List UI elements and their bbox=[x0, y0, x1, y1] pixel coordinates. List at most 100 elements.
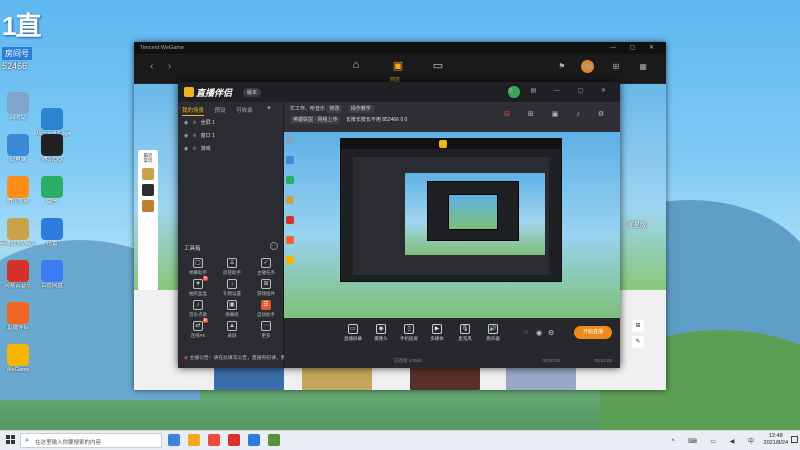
start-live-button[interactable]: 开始直播 bbox=[574, 326, 612, 339]
taskbar-search-input[interactable]: ⌕ 在这里输入你要搜索的内容 bbox=[20, 433, 162, 448]
home-icon[interactable]: ⌂ bbox=[348, 59, 364, 75]
windows-start-icon[interactable] bbox=[6, 435, 16, 445]
tab-collect[interactable]: 可收录 bbox=[236, 108, 253, 114]
tool-item[interactable]: ⊞ 游戏插件 bbox=[250, 279, 282, 297]
preview-desktop-icon bbox=[286, 136, 294, 144]
lock-icon[interactable]: ⊕ bbox=[192, 146, 196, 152]
system-tray[interactable]: ^ ⌨ ▭ ◀ 中 bbox=[672, 436, 760, 445]
tool-icon: ⋯ bbox=[261, 321, 271, 331]
preview-desktop-icon bbox=[286, 256, 294, 264]
toolbar-right-icons[interactable]: ⚑ ✉ ⊞ ▦ bbox=[558, 62, 656, 71]
wegame-game-sidebar[interactable]: 最近 常玩 bbox=[138, 150, 158, 290]
taskbar-app-icon[interactable] bbox=[208, 434, 220, 446]
tool-item[interactable]: ♙ 房管助手 bbox=[216, 258, 248, 276]
taskbar: ⌕ 在这里输入你要搜索的内容 ^ ⌨ ▭ ◀ 中 12:48 2021/8/24 bbox=[0, 430, 800, 450]
eye-icon[interactable]: ◉ bbox=[184, 146, 188, 152]
scene-item[interactable]: ◉ ⊕ 游戏 bbox=[178, 142, 283, 155]
tool-item[interactable]: ▲ 录屏 bbox=[216, 321, 248, 339]
more-icon[interactable]: ⋯ bbox=[270, 242, 278, 250]
desktop-icon[interactable]: 腾讯视频 bbox=[0, 176, 36, 205]
control-button[interactable]: 🎙 麦克风 bbox=[452, 324, 478, 342]
settings-icon[interactable]: ◉ bbox=[536, 329, 542, 337]
preview-desktop-icon bbox=[286, 236, 294, 244]
notification-icon[interactable] bbox=[791, 436, 798, 443]
tool-icon: ▣ bbox=[227, 300, 237, 310]
feedback-icon[interactable]: ✎ bbox=[632, 336, 644, 348]
tool-item[interactable]: ♥ 抽奖盒盒 热 bbox=[182, 276, 214, 297]
taskbar-app-icon[interactable] bbox=[188, 434, 200, 446]
control-button[interactable]: ▯ 手机投屏 bbox=[396, 324, 422, 342]
game-icon[interactable] bbox=[142, 199, 154, 212]
wegame-titlebar[interactable]: Tencent WeGame — ▢ ✕ bbox=[134, 42, 666, 54]
clock[interactable]: 12:48 2021/8/24 bbox=[764, 433, 788, 446]
version-pill[interactable]: 版本 bbox=[243, 88, 262, 97]
connection-status: 已连接 4.0M/s bbox=[394, 358, 423, 363]
desktop-icon-label: 直播伴侣 bbox=[6, 325, 29, 331]
status-bar: 已连接 4.0M/s 00:00:00 00:01:03 bbox=[284, 354, 620, 368]
tool-item[interactable]: ▢ 弹幕助手 bbox=[182, 258, 214, 276]
desktop-icon[interactable]: 回收站 bbox=[0, 92, 36, 121]
scene-item[interactable]: ◉ ⊕ 窗口 1 bbox=[178, 129, 283, 142]
taskbar-app-icon[interactable] bbox=[168, 434, 180, 446]
live-preview[interactable] bbox=[284, 132, 620, 318]
control-button[interactable]: ▶ 多媒体 bbox=[424, 324, 450, 342]
desktop-icon[interactable]: 微信 bbox=[34, 176, 70, 205]
game-icon[interactable] bbox=[142, 167, 154, 180]
tool-item[interactable]: ☰ 自动助手 bbox=[250, 300, 282, 318]
desktop-icon[interactable]: Microsoft Edge bbox=[34, 108, 70, 137]
stream-title[interactable]: 忙工作、听音乐 bbox=[290, 106, 325, 112]
game-icon[interactable] bbox=[142, 183, 154, 196]
control-button[interactable]: ◉ 摄像头 bbox=[368, 324, 394, 342]
tool-item[interactable]: ♪ 音乐点歌 bbox=[182, 300, 214, 318]
stream-app-window[interactable]: 直播伴侣 版本 ⚙ ▤ — ▢ ✕ 我的场景 预设 可收录 + ◉ ⊕ 全屏 1 ◉… bbox=[178, 82, 620, 368]
desktop-icon[interactable]: 英雄联盟WeGame版 bbox=[0, 218, 36, 247]
lock-icon[interactable]: ⊕ bbox=[192, 133, 196, 139]
edit-tag[interactable]: 修改 bbox=[326, 105, 343, 113]
control-icon: ◉ bbox=[376, 324, 386, 334]
tutorial-tag[interactable]: 操作教学 bbox=[347, 105, 374, 113]
taskbar-app-icon[interactable] bbox=[228, 434, 240, 446]
window-controls[interactable]: — ▢ ✕ bbox=[610, 44, 660, 51]
tab-presets[interactable]: 预设 bbox=[215, 108, 226, 114]
tool-item[interactable]: ▣ 弹幕姬 bbox=[216, 300, 248, 318]
settings-icon[interactable]: ⚙ bbox=[548, 329, 554, 337]
tab-my-scenes[interactable]: 我的场景 bbox=[182, 108, 205, 116]
back-icon[interactable]: ‹ bbox=[150, 61, 153, 72]
tool-item[interactable]: ⋯ 更多 bbox=[250, 321, 282, 339]
tool-item[interactable]: ↓ 礼物设置 bbox=[216, 279, 248, 297]
category-tag[interactable]: 英雄联盟 · 网络上传 bbox=[290, 116, 341, 124]
eye-icon[interactable]: ◉ bbox=[184, 120, 188, 126]
lock-icon[interactable]: ⊕ bbox=[192, 120, 196, 126]
library-icon[interactable]: ▭ bbox=[430, 59, 446, 75]
stream-titlebar[interactable]: 直播伴侣 版本 ⚙ ▤ — ▢ ✕ bbox=[178, 82, 620, 102]
nested-preview-window bbox=[340, 138, 562, 282]
room-number-badge: 1直 房间号 52466 bbox=[2, 6, 62, 71]
forward-icon[interactable]: › bbox=[168, 61, 171, 72]
cart-icon[interactable]: ⊞ bbox=[632, 320, 644, 332]
desktop-icon[interactable]: 百度网盘 bbox=[34, 260, 70, 289]
control-button[interactable]: ▭ 直播屏幕 bbox=[340, 324, 366, 342]
desktop-icon[interactable]: WeGame bbox=[0, 344, 36, 373]
control-button[interactable]: 🔊 扬声器 bbox=[480, 324, 506, 342]
desktop-icon-label: 腾讯视频 bbox=[6, 199, 29, 205]
taskbar-app-icon[interactable] bbox=[248, 434, 260, 446]
info-right-icons[interactable]: ⊟ ⊞ ▣ ♪ ⚙ bbox=[504, 110, 612, 118]
desktop-icon[interactable]: 此电脑 bbox=[0, 134, 36, 163]
scene-item[interactable]: ◉ ⊕ 全屏 1 bbox=[178, 116, 283, 129]
window-controls[interactable]: ⚙ ▤ — ▢ ✕ bbox=[508, 87, 614, 94]
add-scene-button[interactable]: + bbox=[267, 105, 271, 112]
tool-item[interactable]: ✓ 主播任务 bbox=[250, 258, 282, 276]
tool-icon: ⇄ bbox=[193, 321, 203, 331]
desktop-icon[interactable]: 迅雷 bbox=[34, 218, 70, 247]
desktop-icon[interactable]: 腾讯QQ bbox=[34, 134, 70, 163]
settings-icon[interactable]: ◌ bbox=[524, 329, 528, 336]
taskbar-app-icon[interactable] bbox=[268, 434, 280, 446]
desktop-icon[interactable]: 网易云音乐 bbox=[0, 260, 36, 289]
eye-icon[interactable]: ◉ bbox=[184, 133, 188, 139]
control-label: 手机投屏 bbox=[400, 336, 418, 341]
control-icon: ▭ bbox=[348, 324, 358, 334]
shop-icon[interactable]: ▣ bbox=[390, 59, 406, 75]
tool-item[interactable]: ⇄ 连线PK 新 bbox=[182, 318, 214, 339]
record-duration: 00:01:03 bbox=[594, 358, 612, 363]
desktop-icon[interactable]: 直播伴侣 bbox=[0, 302, 36, 331]
